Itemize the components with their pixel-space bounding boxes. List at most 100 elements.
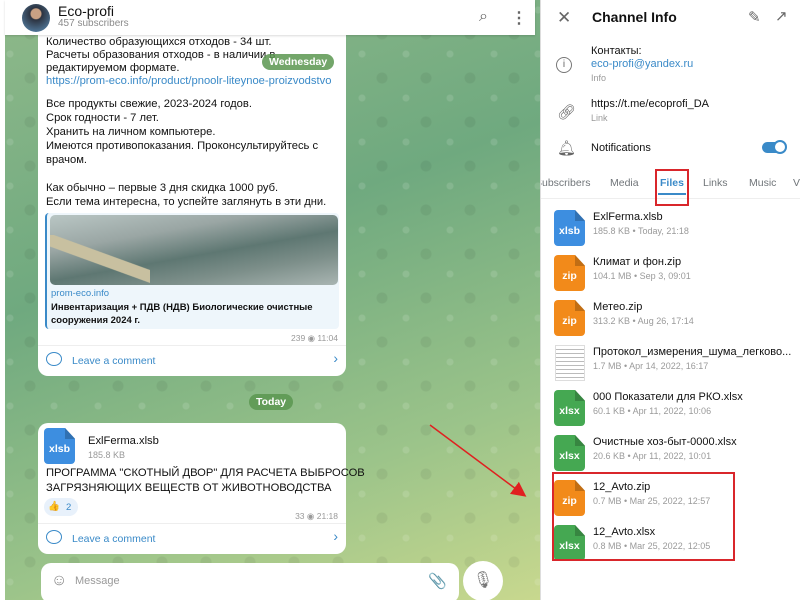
link-caption: Link: [591, 113, 608, 123]
file-meta: 313.2 KB • Aug 26, 17:14: [593, 316, 694, 326]
reaction-count: 2: [66, 502, 72, 513]
post-text: врачом.: [46, 154, 87, 166]
comment-label: Leave a comment: [72, 533, 156, 545]
view-count: 33: [295, 511, 305, 521]
xlsx-file-icon[interactable]: xlsx: [554, 390, 585, 426]
document-thumbnail[interactable]: [555, 345, 585, 381]
zip-file-icon[interactable]: zip: [554, 300, 585, 336]
attach-icon[interactable]: 📎: [428, 572, 447, 590]
chat-area: Eco-profi 457 subscribers ⌕ ⋮ Количество…: [0, 0, 540, 600]
emoji-icon[interactable]: ☺: [51, 572, 67, 590]
post-text: Количество образующихся отходов - 34 шт.: [46, 36, 272, 48]
post-text: Если тема интересна, то успейте заглянут…: [46, 196, 327, 208]
post-text: Имеются противопоказания. Проконсультиру…: [46, 140, 319, 152]
file-name: Метео.zip: [593, 301, 643, 313]
file-list-item[interactable]: xlsx 000 Показатели для РКО.xlsx 60.1 KB •…: [541, 385, 800, 430]
file-meta: 185.8 KB • Today, 21:18: [593, 226, 689, 236]
post-text: Как обычно – первые 3 дня скидка 1000 ру…: [46, 182, 279, 194]
channel-title[interactable]: Eco-profi: [58, 3, 114, 19]
comment-icon: [46, 530, 62, 544]
subscriber-count: 457 subscribers: [58, 18, 129, 29]
tab-voice[interactable]: V: [793, 177, 800, 189]
post-text: Расчеты образования отходов - в наличии …: [46, 49, 276, 61]
zip-file-icon[interactable]: zip: [554, 255, 585, 291]
preview-image[interactable]: [50, 215, 338, 285]
microphone-button[interactable]: 🎙: [463, 561, 503, 600]
file-name: ExlFerma.xlsb: [593, 211, 663, 223]
file-list-item[interactable]: xlsx Очистные хоз-быт-0000.xlsx 20.6 KB • …: [541, 430, 800, 475]
post-caption: ЗАГРЯЗНЯЮЩИХ ВЕЩЕСТВ ОТ ЖИВОТНОВОДСТВА: [46, 482, 332, 494]
post-text: Хранить на личном компьютере.: [46, 126, 216, 138]
message-composer[interactable]: ☺ Message 📎: [41, 563, 459, 600]
link-preview[interactable]: prom-eco.info Инвентаризация + ПДВ (НДВ)…: [45, 213, 339, 329]
edit-pencil-icon[interactable]: ✎: [748, 8, 761, 26]
close-icon[interactable]: ✕: [557, 8, 571, 28]
link-icon: 🔗︎: [557, 104, 577, 121]
date-pill: Wednesday: [262, 54, 335, 70]
channel-link[interactable]: https://t.me/ecoprofi_DA: [591, 98, 709, 110]
bell-icon: 🔔︎: [557, 140, 577, 157]
chat-header[interactable]: Eco-profi 457 subscribers ⌕ ⋮: [5, 0, 535, 35]
tab-links[interactable]: Links: [703, 177, 728, 189]
file-list-item[interactable]: Протокол_измерения_шума_легково... 1.7 MB…: [541, 340, 800, 385]
xlsb-file-icon[interactable]: xlsb: [44, 428, 75, 464]
channel-post: Количество образующихся отходов - 34 шт.…: [38, 20, 346, 376]
view-count: 239: [291, 333, 306, 343]
leave-comment-button[interactable]: Leave a comment ›: [46, 351, 338, 371]
post-text: редактируемом формате.: [46, 62, 180, 74]
post-link[interactable]: https://prom-eco.info/product/pnoolr-lit…: [46, 75, 331, 88]
microphone-icon: 🎙: [472, 572, 494, 589]
tab-subscribers[interactable]: Subscribers: [541, 177, 590, 189]
file-meta: 20.6 KB • Apr 11, 2022, 10:01: [593, 451, 712, 461]
message-input[interactable]: Message: [75, 575, 120, 587]
tab-music[interactable]: Music: [749, 177, 776, 189]
notifications-label: Notifications: [591, 142, 651, 154]
chevron-right-icon: ›: [333, 528, 338, 544]
thumbs-up-icon: 👍: [48, 501, 60, 512]
post-time: 11:04: [317, 333, 338, 343]
preview-title: Инвентаризация + ПДВ (НДВ) Биологические…: [51, 302, 313, 313]
contacts-label: Контакты:: [591, 45, 642, 57]
file-name[interactable]: ExlFerma.xlsb: [88, 434, 159, 448]
channel-info-panel: ✕ Channel Info ✎ ↗ i Контакты: eco-profi…: [540, 0, 800, 600]
file-list-item[interactable]: xlsb ExlFerma.xlsb 185.8 KB • Today, 21:18: [541, 205, 800, 250]
comment-label: Leave a comment: [72, 355, 156, 367]
reaction-thumbs-up[interactable]: 👍 2: [44, 498, 78, 516]
post-meta: 239 ◉ 11:04: [291, 331, 338, 345]
xlsb-file-icon[interactable]: xlsb: [554, 210, 585, 246]
preview-title: сооружения 2024 г.: [51, 315, 141, 326]
search-icon[interactable]: ⌕: [479, 8, 488, 26]
contact-email-link[interactable]: eco-profi@yandex.ru: [591, 58, 693, 70]
panel-title: Channel Info: [592, 9, 677, 25]
leave-comment-button[interactable]: Leave a comment ›: [46, 529, 338, 549]
statistics-icon[interactable]: ↗: [775, 7, 788, 25]
file-name: Климат и фон.zip: [593, 256, 682, 268]
eye-icon: ◉: [306, 511, 315, 521]
more-menu-icon[interactable]: ⋮: [511, 8, 527, 28]
post-text: Все продукты свежие, 2023-2024 годов.: [46, 98, 252, 110]
files-tab-highlight: [655, 169, 689, 206]
file-name: 000 Показатели для РКО.xlsx: [593, 391, 743, 403]
post-meta: 33 ◉ 21:18: [295, 509, 338, 523]
file-meta: 60.1 KB • Apr 11, 2022, 10:06: [593, 406, 712, 416]
post-time: 21:18: [316, 511, 338, 521]
chevron-right-icon: ›: [333, 350, 338, 366]
file-post: xlsb ExlFerma.xlsb 185.8 KB ПРОГРАММА "С…: [38, 423, 365, 554]
divider: [38, 523, 346, 524]
post-caption: ПРОГРАММА "СКОТНЫЙ ДВОР" ДЛЯ РАСЧЕТА ВЫБ…: [46, 467, 365, 479]
file-list-item[interactable]: zip Метео.zip 313.2 KB • Aug 26, 17:14: [541, 295, 800, 340]
xlsx-file-icon[interactable]: xlsx: [554, 435, 585, 471]
file-list-item[interactable]: zip Климат и фон.zip 104.1 MB • Sep 3, 09:…: [541, 250, 800, 295]
notifications-toggle[interactable]: [762, 140, 787, 154]
file-size: 185.8 KB: [88, 450, 126, 460]
info-caption: Info: [591, 73, 607, 83]
file-meta: 104.1 MB • Sep 3, 09:01: [593, 271, 691, 281]
channel-avatar[interactable]: [22, 4, 50, 32]
post-text: Срок годности - 7 лет.: [46, 112, 159, 124]
preview-site: prom-eco.info: [51, 288, 110, 299]
file-name: Протокол_измерения_шума_легково...: [593, 346, 792, 358]
file-name: Очистные хоз-быт-0000.xlsx: [593, 436, 737, 448]
left-edge: [0, 0, 5, 600]
tab-media[interactable]: Media: [610, 177, 639, 189]
file-meta: 1.7 MB • Apr 14, 2022, 16:17: [593, 361, 709, 371]
